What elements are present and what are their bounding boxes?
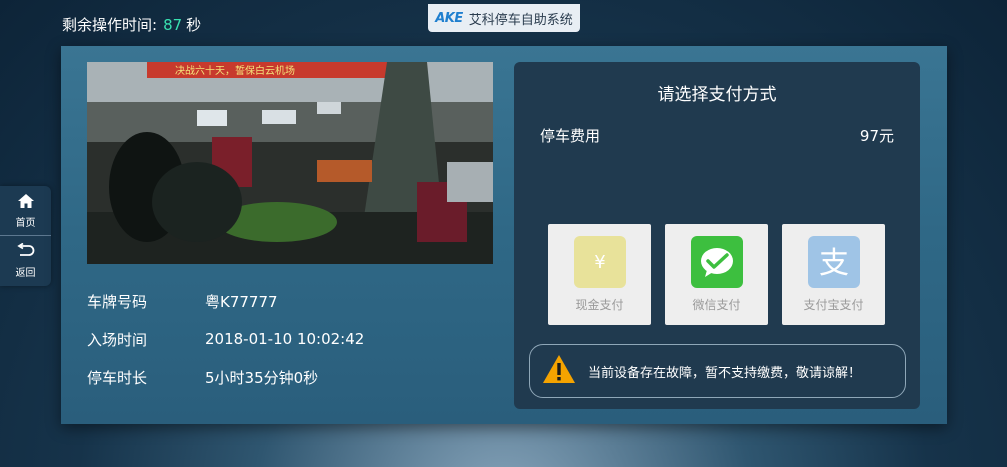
banner-text: 决战六十天，誓保白云机场 [175,64,295,77]
fault-notice: 当前设备存在故障，暂不支持缴费，敬请谅解！ [529,344,906,398]
svg-text:支: 支 [819,246,849,281]
wechat-icon [690,236,743,288]
wechat-pay-button[interactable]: 微信支付 [665,224,768,325]
back-button[interactable]: 返回 [0,236,51,286]
home-label: 首页 [15,217,36,229]
entry-time-value: 2018-01-10 10:02:42 [205,330,365,348]
timer-unit: 秒 [186,16,202,34]
fee-label: 停车费用 [540,127,601,145]
payment-title: 请选择支付方式 [657,85,777,105]
svg-text:¥: ¥ [594,252,605,273]
plate-label: 车牌号码 [87,292,148,311]
fee-row: 停车费用 97元 [514,125,920,146]
alipay-icon: 支 [807,236,860,288]
brand-name: 艾科停车自助系统 [468,12,573,28]
duration-value: 5小时35分钟0秒 [205,368,319,387]
top-bar: 剩余操作时间: 87 秒 AKE 艾科停车自助系统 [0,0,1007,46]
payment-panel: 请选择支付方式 停车费用 97元 ¥ 现金支付 微信支付 支 支付宝支付 当前设… [514,62,920,409]
back-icon [16,242,36,264]
timer-label: 剩余操作时间: [62,16,158,34]
cash-pay-label: 现金支付 [575,298,624,312]
alipay-pay-button[interactable]: 支 支付宝支付 [782,224,885,325]
cash-icon: ¥ [573,236,626,288]
alipay-pay-label: 支付宝支付 [803,298,864,312]
brand-logo: AKE [435,10,463,26]
vehicle-info: 车牌号码 粤K77777 入场时间 2018-01-10 10:02:42 停车… [87,282,364,396]
side-nav: 首页 返回 [0,186,51,286]
home-icon [17,193,35,214]
notice-text: 当前设备存在故障，暂不支持缴费，敬请谅解！ [588,365,862,381]
fee-value: 97元 [859,127,894,145]
warning-icon [542,354,576,388]
payment-methods: ¥ 现金支付 微信支付 支 支付宝支付 [548,224,885,325]
brand-badge: AKE 艾科停车自助系统 [428,4,580,32]
entry-time-row: 入场时间 2018-01-10 10:02:42 [87,320,364,358]
main-card: 决战六十天，誓保白云机场 车牌号码 粤K77777 入场时间 2018-01-1… [61,46,947,424]
entry-time-label: 入场时间 [87,330,148,349]
home-button[interactable]: 首页 [0,186,51,236]
timer-count: 87 [163,16,183,34]
plate-value: 粤K77777 [205,292,278,311]
duration-label: 停车时长 [87,368,148,387]
cash-pay-button[interactable]: ¥ 现金支付 [548,224,651,325]
back-label: 返回 [15,268,36,279]
duration-row: 停车时长 5小时35分钟0秒 [87,358,364,396]
wechat-pay-label: 微信支付 [692,298,741,312]
countdown-timer: 剩余操作时间: 87 秒 [62,14,201,35]
plate-row: 车牌号码 粤K77777 [87,282,364,320]
vehicle-photo: 决战六十天，誓保白云机场 [87,62,493,264]
